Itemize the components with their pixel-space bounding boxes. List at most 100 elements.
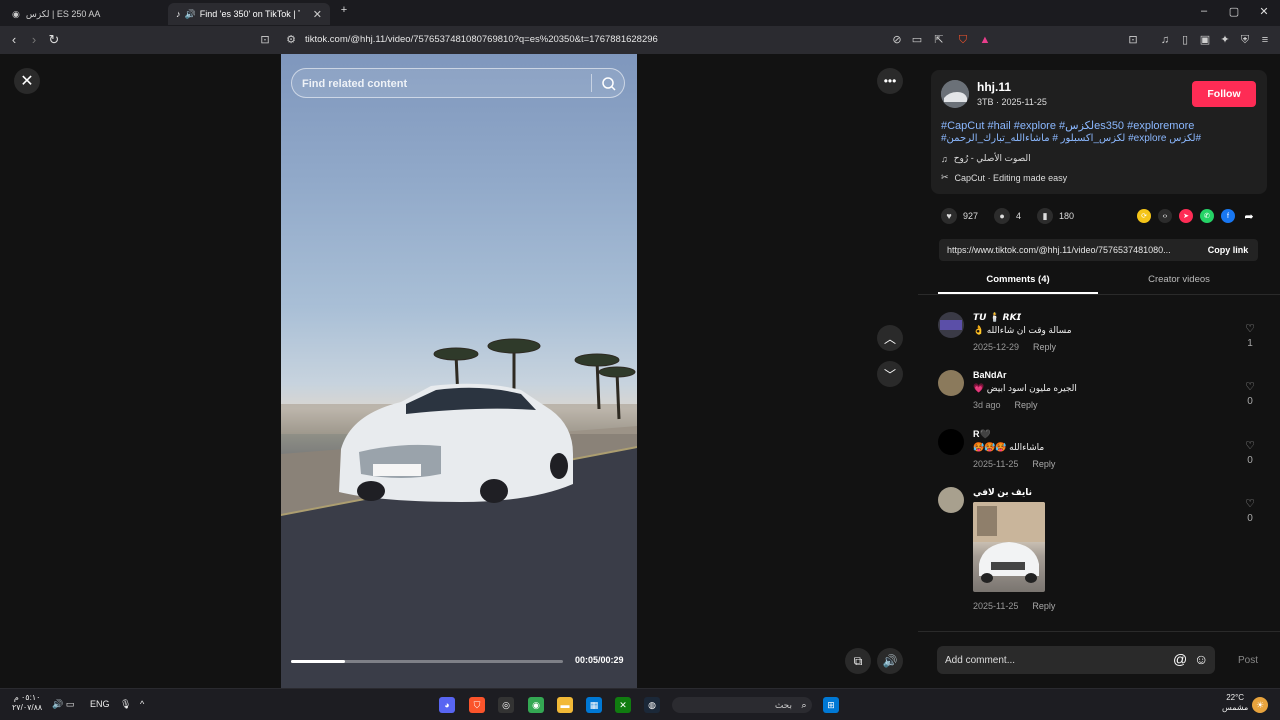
tab-lexus[interactable]: ◉ لكزس | ES 250 AA: [4, 3, 164, 25]
brave-icon[interactable]: ⛉: [469, 697, 485, 713]
avatar[interactable]: [938, 429, 964, 455]
copy-link-button[interactable]: Copy link: [1198, 239, 1258, 261]
send-icon[interactable]: ➤: [1179, 209, 1193, 223]
video-link[interactable]: https://www.tiktok.com/@hhj.11/video/757…: [947, 245, 1192, 255]
brave-shield-icon[interactable]: ⛉: [956, 33, 970, 47]
save-action[interactable]: ▮ 180: [1037, 208, 1074, 224]
avatar[interactable]: [938, 487, 964, 513]
search-icon[interactable]: [600, 75, 618, 93]
tab-creator-videos[interactable]: Creator videos: [1099, 274, 1259, 294]
find-related-search[interactable]: [291, 68, 625, 98]
media-icon[interactable]: ♫: [1158, 33, 1172, 47]
discord-icon[interactable]: ◕: [439, 697, 455, 713]
site-info-icon[interactable]: ⚙: [284, 33, 298, 47]
embed-icon[interactable]: ‹›: [1158, 209, 1172, 223]
add-comment-box[interactable]: @ ☺: [937, 646, 1215, 674]
url-text[interactable]: tiktok.com/@hhj.11/video/757653748108076…: [305, 34, 658, 45]
reply-button[interactable]: Reply: [1033, 342, 1056, 352]
comment-text: ماشاءالله 🥵🥵🥵: [973, 442, 1045, 452]
taskbar-search[interactable]: بحث: [672, 697, 812, 713]
store-icon[interactable]: ▦: [586, 697, 602, 713]
reply-button[interactable]: Reply: [1032, 601, 1055, 611]
tab-divider: [918, 294, 1280, 295]
video-player[interactable]: 00:05/00:29: [281, 54, 637, 688]
comment-action[interactable]: ● 4: [994, 208, 1021, 224]
avatar[interactable]: [938, 370, 964, 396]
heart-icon[interactable]: ♡: [1238, 439, 1262, 452]
comment-item: 𝙏𝙐 🕯️ 𝙍𝙆𝙄 مسالة وقت ان شاءالله 👌 2025-12…: [938, 312, 1258, 358]
next-video-button[interactable]: ﹀: [877, 361, 903, 387]
tab-tiktok[interactable]: ♪ 🔊 Find 'es 350' on TikTok | TikTok ✕: [168, 3, 330, 25]
minimize-icon[interactable]: –: [1196, 5, 1212, 17]
language-indicator[interactable]: ENG: [90, 699, 110, 709]
close-video-button[interactable]: ✕: [14, 68, 40, 94]
xbox-icon[interactable]: ✕: [615, 697, 631, 713]
file-explorer-icon[interactable]: ▬: [557, 697, 573, 713]
tray-overflow-icon[interactable]: ^: [140, 699, 144, 709]
clock[interactable]: ٠٥:١٠ م ٢٧/٠٧/٨٨: [12, 693, 42, 713]
bookmark-icon[interactable]: ⊡: [258, 33, 272, 47]
cast-icon[interactable]: ▭: [910, 33, 924, 47]
heart-icon[interactable]: ♡: [1238, 322, 1262, 335]
sound-name: الصوت الأصلي - رُوح: [953, 153, 1031, 163]
whatsapp-icon[interactable]: ✆: [1200, 209, 1214, 223]
caption-hashtags[interactable]: #CapCut #hail #explore #لكزسes350 #explo…: [941, 119, 1194, 132]
avatar[interactable]: [938, 312, 964, 338]
microphone-icon[interactable]: 🎙: [120, 699, 131, 710]
obs-icon[interactable]: ◎: [498, 697, 514, 713]
tab-comments[interactable]: Comments (4): [938, 274, 1098, 294]
back-icon[interactable]: ‹: [6, 32, 22, 47]
more-options-button[interactable]: •••: [877, 68, 903, 94]
close-window-icon[interactable]: ✕: [1256, 5, 1272, 18]
weather-widget[interactable]: 22°C مشمس: [1222, 693, 1248, 713]
facebook-icon[interactable]: f: [1221, 209, 1235, 223]
comment-author[interactable]: BaNdAr: [973, 370, 1007, 380]
comment-author[interactable]: 𝙏𝙐 🕯️ 𝙍𝙆𝙄: [973, 312, 1021, 323]
reply-button[interactable]: Reply: [1015, 400, 1038, 410]
reload-icon[interactable]: ↻: [46, 32, 62, 48]
maximize-icon[interactable]: ▢: [1226, 5, 1242, 18]
windows-start-icon[interactable]: ⊞: [823, 697, 839, 713]
capcut-row[interactable]: ✂ CapCut · Editing made easy: [941, 172, 1067, 183]
follow-button[interactable]: Follow: [1192, 81, 1256, 107]
network-volume-icon[interactable]: 🔊 ▭: [52, 699, 74, 710]
wallet-icon[interactable]: ▣: [1198, 33, 1212, 47]
reply-button[interactable]: Reply: [1032, 459, 1055, 469]
emoji-icon[interactable]: ☺: [1194, 651, 1208, 667]
sidebar-icon[interactable]: ▯: [1178, 33, 1192, 47]
search-input[interactable]: [302, 75, 582, 93]
no-translate-icon[interactable]: ⊘: [890, 33, 904, 47]
post-comment-button[interactable]: Post: [1238, 655, 1258, 666]
new-tab-icon[interactable]: +: [336, 4, 352, 16]
mention-icon[interactable]: @: [1173, 651, 1187, 667]
share-icon[interactable]: ➦: [1242, 209, 1256, 223]
volume-button[interactable]: 🔊: [877, 648, 903, 674]
close-tab-icon[interactable]: ✕: [313, 8, 322, 21]
share-page-icon[interactable]: ⇱: [932, 33, 946, 47]
comment-image[interactable]: [973, 502, 1045, 592]
heart-icon[interactable]: ♡: [1238, 380, 1262, 393]
username[interactable]: hhj.11: [977, 80, 1011, 94]
chrome-icon[interactable]: ◉: [528, 697, 544, 713]
vpn-icon[interactable]: ⛨: [1238, 33, 1252, 47]
sound-row[interactable]: ♫ الصوت الأصلي - رُوح: [941, 153, 1031, 164]
save-count: 180: [1059, 211, 1075, 221]
repost-icon[interactable]: ⟳: [1137, 209, 1151, 223]
screenshot-icon[interactable]: ⊡: [1126, 33, 1140, 47]
brave-rewards-icon[interactable]: ▲: [978, 33, 992, 47]
heart-icon[interactable]: ♡: [1238, 497, 1262, 510]
avatar[interactable]: [941, 80, 969, 108]
video-progress-bar[interactable]: [291, 660, 563, 663]
previous-video-button[interactable]: ︿: [877, 325, 903, 351]
comment-author[interactable]: R🖤: [973, 429, 991, 440]
floating-player-button[interactable]: ⧉: [845, 648, 871, 674]
forward-icon[interactable]: ›: [26, 32, 42, 47]
caption-hashtags-2[interactable]: #لكزس explore# لكزس_اكسبلور # ماشاءالله_…: [941, 133, 1201, 144]
comment-author[interactable]: نايف بن لافي: [973, 487, 1032, 498]
comment-input[interactable]: [945, 652, 1165, 668]
menu-icon[interactable]: ≡: [1258, 33, 1272, 47]
leo-icon[interactable]: ✦: [1218, 33, 1232, 47]
steam-icon[interactable]: ◍: [644, 697, 660, 713]
search-icon[interactable]: ⌕: [796, 697, 812, 713]
like-action[interactable]: ♥ 927: [941, 208, 978, 224]
